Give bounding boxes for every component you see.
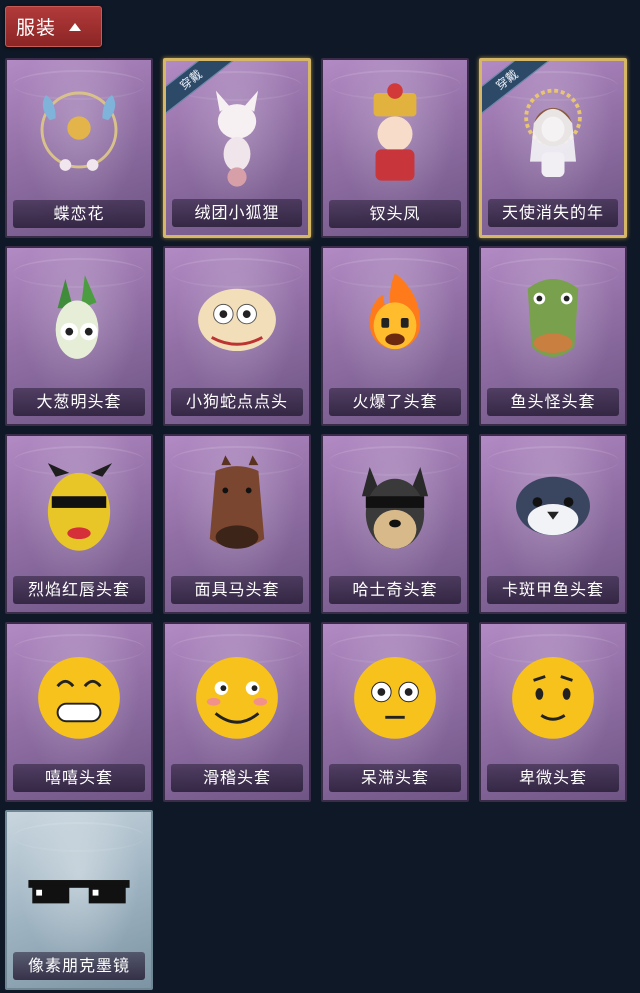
costume-item-name: 卡斑甲鱼头套 [487,576,619,604]
costume-item-card[interactable]: 滑稽头套 [163,622,311,802]
costume-item-card[interactable]: 小狗蛇点点头 [163,246,311,426]
snake-dog-mask-icon [198,288,276,352]
costume-item-card[interactable]: 像素朋克墨镜 [5,810,153,990]
grin-emoji-mask-icon [38,657,120,739]
phoenix-crown-doll-icon [373,83,417,181]
costume-item-name: 钗头凤 [329,200,461,228]
costume-item-card[interactable]: 钗头凤 [321,58,469,238]
costume-item-name: 滑稽头套 [171,764,303,792]
costume-item-card[interactable]: 火爆了头套 [321,246,469,426]
costume-item-name: 像素朋克墨镜 [13,952,145,980]
costume-item-name: 呆滞头套 [329,764,461,792]
costume-item-card[interactable]: 卡斑甲鱼头套 [479,434,627,614]
costume-item-card[interactable]: 大葱明头套 [5,246,153,426]
costume-item-name: 天使消失的年 [488,199,618,227]
costume-item-card[interactable]: 面具马头套 [163,434,311,614]
costume-item-name: 嘻嘻头套 [13,764,145,792]
costume-item-name: 蝶恋花 [13,200,145,228]
costume-item-card[interactable]: 穿戴 天使消失的年 [479,58,627,238]
costume-item-card[interactable]: 嘻嘻头套 [5,622,153,802]
costume-item-name: 绒团小狐狸 [172,199,302,227]
costume-item-card[interactable]: 蝶恋花 [5,58,153,238]
yellow-knit-mask-icon [47,463,113,551]
costume-item-name: 卑微头套 [487,764,619,792]
costume-item-name: 面具马头套 [171,576,303,604]
butterfly-flower-ornament-icon [40,91,118,171]
costume-item-name: 鱼头怪头套 [487,388,619,416]
chevron-up-icon [69,22,82,31]
costume-item-card[interactable]: 穿戴 绒团小狐狸 [163,58,311,238]
section-title: 服装 [16,17,57,39]
dazed-emoji-mask-icon [354,657,436,739]
costume-item-card[interactable]: 卑微头套 [479,622,627,802]
costume-item-card[interactable]: 呆滞头套 [321,622,469,802]
costume-item-name: 火爆了头套 [329,388,461,416]
costume-item-card[interactable]: 哈士奇头套 [321,434,469,614]
costume-item-name: 烈焰红唇头套 [13,576,145,604]
humble-emoji-mask-icon [512,657,594,739]
fireball-mask-icon [369,273,421,350]
costume-item-card[interactable]: 鱼头怪头套 [479,246,627,426]
husky-mask-icon [361,467,429,549]
funny-emoji-mask-icon [196,657,278,739]
costume-section-toggle[interactable]: 服装 [5,6,102,47]
costume-item-name: 大葱明头套 [13,388,145,416]
pixel-sunglasses-icon [28,880,130,904]
horse-mask-icon [209,455,265,549]
seal-mask-icon [516,476,590,536]
fish-head-mask-icon [527,279,579,357]
green-onion-mask-icon [55,275,99,359]
costume-item-name: 哈士奇头套 [329,576,461,604]
costume-item-name: 小狗蛇点点头 [171,388,303,416]
costume-item-card[interactable]: 烈焰红唇头套 [5,434,153,614]
